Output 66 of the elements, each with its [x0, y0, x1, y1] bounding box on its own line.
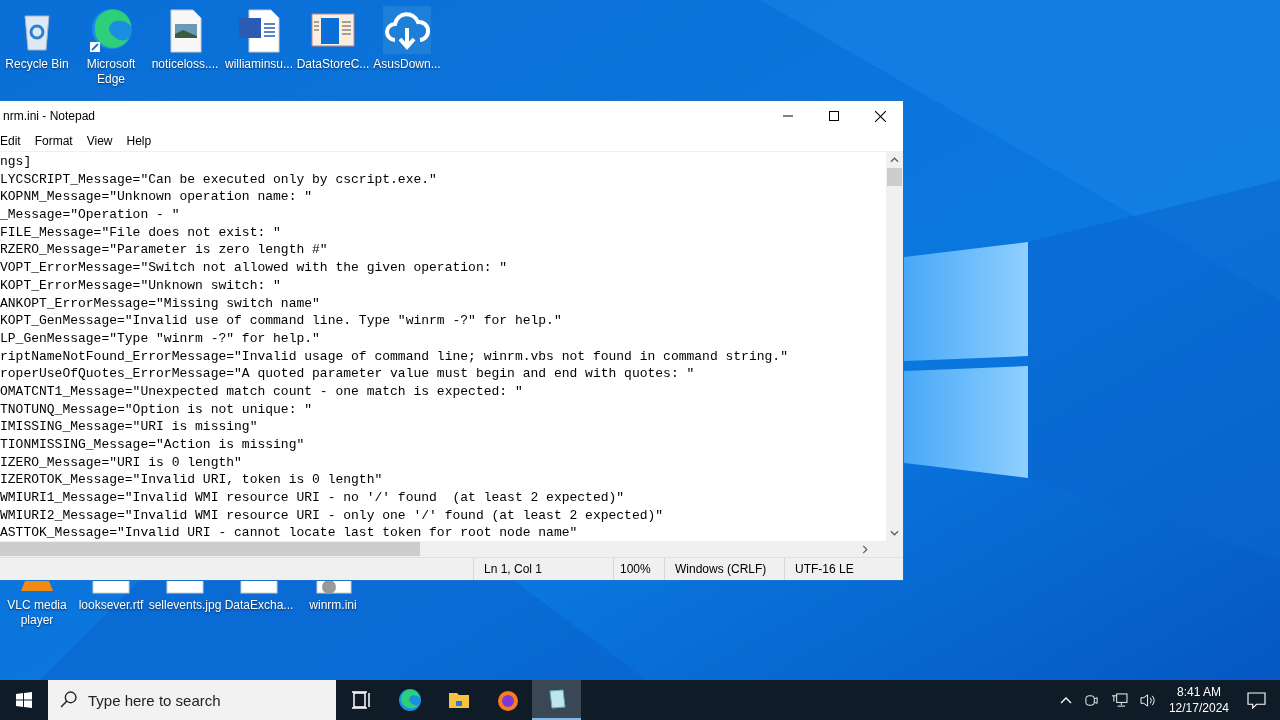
menu-item[interactable]: View	[86, 134, 121, 148]
scroll-up-icon[interactable]	[890, 157, 899, 163]
text-line: VOPT_ErrorMessage="Switch not allowed with the given operation: "	[0, 259, 509, 277]
text-line: RZERO_Message="Parameter is zero length #"	[0, 241, 329, 260]
text-line: IZERO_Message="URI is 0 length"	[0, 453, 243, 472]
text-line: KOPT_GenMessage="Invalid use of command line. Type "winrm -?" for help."	[0, 312, 563, 330]
desktop-icon-label[interactable]: AsusDown...	[371, 57, 443, 72]
volume-icon[interactable]	[1139, 692, 1157, 708]
text-line: WMIURI2_Message="Invalid WMI resource URI - only one '/' found (at least 2 expected)"	[0, 506, 665, 525]
menu-item[interactable]: Format	[34, 134, 81, 148]
line-ending: Windows (CRLF)	[664, 558, 784, 580]
scroll-right-icon[interactable]	[862, 544, 868, 554]
cloud-download-icon[interactable]	[383, 6, 431, 54]
desktop-icon-label[interactable]: sellevents.jpg	[146, 598, 224, 613]
desktop-icon-label[interactable]: DataStoreC...	[294, 57, 372, 72]
desktop-icon-label[interactable]: williaminsu...	[223, 57, 295, 72]
text-line: IMISSING_Message="URI is missing"	[0, 418, 259, 436]
edge-icon	[397, 688, 422, 712]
clock-date[interactable]: 12/17/2024	[1168, 700, 1229, 716]
text-line: TIONMISSING_Message="Action is missing"	[0, 436, 306, 454]
maximize-icon	[829, 111, 839, 121]
firefox-icon	[495, 688, 520, 712]
desktop-icon-label[interactable]: DataExcha...	[222, 598, 296, 613]
scroll-down-icon[interactable]	[890, 530, 899, 536]
desktop-icon-label[interactable]: winrm.ini	[307, 598, 359, 613]
zoom-level: 100%	[613, 558, 664, 580]
text-line: _Message="Operation - "	[0, 206, 181, 224]
vertical-scrollbar[interactable]	[886, 152, 903, 557]
network-icon[interactable]	[1110, 692, 1128, 708]
edge-icon[interactable]	[87, 6, 135, 54]
text-line: OMATCNT1_Message="Unexpected match count - one match is expected: "	[0, 382, 524, 401]
text-line: LYCSCRIPT_Message="Can be executed only by cscript.exe."	[0, 170, 438, 189]
text-line: FILE_Message="File does not exist: "	[0, 223, 282, 242]
text-line: ANKOPT_ErrorMessage="Missing switch name"	[0, 294, 321, 313]
desktop-icon-label[interactable]: noticeloss....	[149, 57, 221, 72]
notepad-taskbar-button[interactable]	[532, 680, 581, 720]
notification-icon[interactable]	[1247, 691, 1266, 709]
text-line: KOPT_ErrorMessage="Unknown switch: "	[0, 276, 282, 295]
desktop-icon-label[interactable]: looksever.rtf	[76, 598, 146, 613]
desktop-icon-label[interactable]: Recycle Bin	[3, 57, 71, 72]
text-line: TNOTUNQ_Message="Option is not unique: "	[0, 400, 314, 419]
chevron-up-icon[interactable]	[1059, 696, 1072, 704]
close-icon	[874, 110, 886, 122]
menu-item[interactable]: Edit	[0, 134, 29, 148]
text-line: LP_GenMessage="Type "winrm -?" for help."	[0, 329, 321, 348]
desktop-icon-label[interactable]: Microsoft Edge	[74, 57, 148, 87]
search-icon	[60, 691, 77, 708]
text-line: roperUseOfQuotes_ErrorMessage="A quoted parameter value must begin and end with quotes: "	[0, 365, 696, 383]
search-field[interactable]: Type here to search	[48, 680, 336, 720]
text-line: KOPNM_Message="Unknown operation name: "	[0, 188, 314, 207]
scroll-thumb[interactable]	[887, 168, 902, 186]
window-title: nrm.ini - Notepad	[2, 109, 96, 123]
scroll-thumb[interactable]	[0, 542, 420, 556]
text-line: ngs]	[0, 153, 33, 171]
text-line: IZEROTOK_Message="Invalid URI, token is 0 length"	[0, 471, 384, 490]
windows-logo-icon	[16, 692, 32, 708]
menu-item[interactable]: Help	[126, 134, 160, 148]
text-line: WMIURI1_Message="Invalid WMI resource URI - no '/' found (at least 2 expected)"	[0, 489, 626, 507]
horizontal-scrollbar[interactable]	[0, 541, 886, 557]
encoding: UTF-16 LE	[784, 558, 884, 580]
cursor-position: Ln 1, Col 1	[473, 558, 613, 580]
clock-time[interactable]: 8:41 AM	[1176, 684, 1221, 700]
desktop-icon-label[interactable]: VLC media player	[0, 598, 74, 628]
text-line: ASTTOK_Message="Invalid URI - cannot locate last token for root node name"	[0, 524, 579, 541]
camera-icon[interactable]	[1083, 692, 1099, 708]
text-line: riptNameNotFound_ErrorMessage="Invalid usage of command line; winrm.vbs not found in command string."	[0, 347, 789, 366]
